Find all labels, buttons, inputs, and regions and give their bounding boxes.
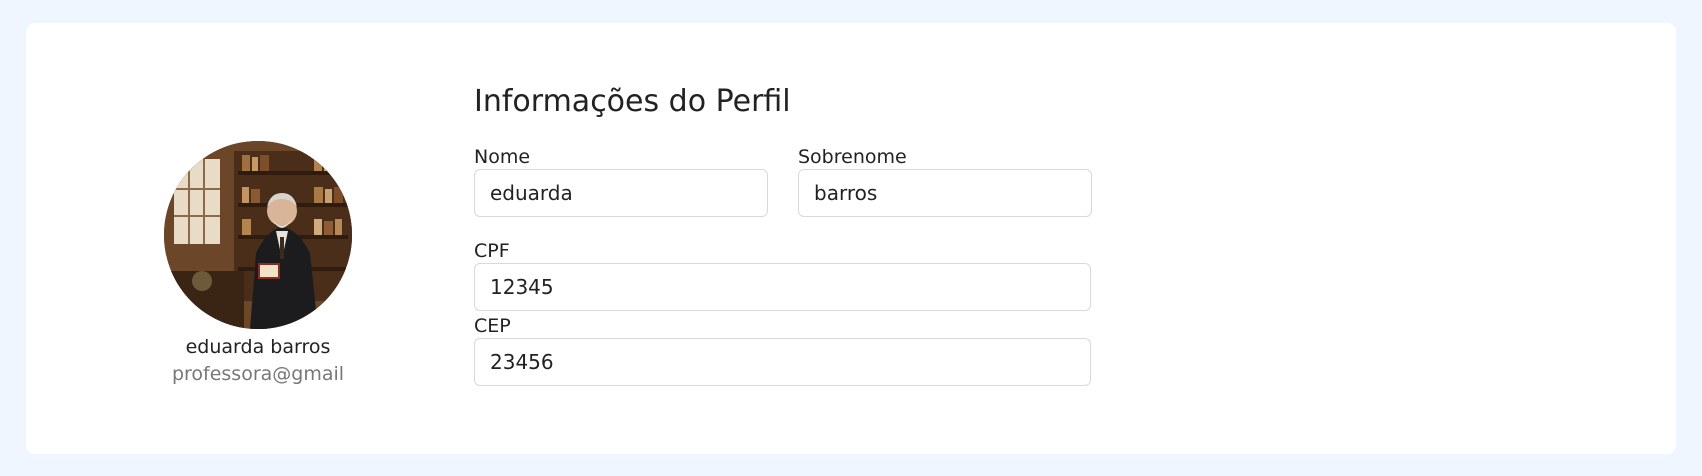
profile-card: eduarda barros professora@gmail Informaç… [26,23,1676,454]
cep-label: CEP [474,315,511,337]
cpf-group: CPF [474,239,1091,311]
profile-email: professora@gmail [171,363,345,385]
first-name-group: Nome [474,145,768,217]
form-title: Informações do Perfil [474,84,791,119]
profile-summary: eduarda barros professora@gmail [138,141,378,387]
cpf-input[interactable] [474,263,1091,311]
first-name-input[interactable] [474,169,768,217]
last-name-group: Sobrenome [798,145,1092,217]
cpf-label: CPF [474,240,510,262]
profile-name: eduarda barros [185,336,331,358]
first-name-label: Nome [474,146,531,168]
avatar [164,141,352,329]
cep-group: CEP [474,314,1091,386]
last-name-input[interactable] [798,169,1092,217]
profile-form: Informações do Perfil Nome Sobrenome CPF… [474,79,1094,386]
cep-input[interactable] [474,338,1091,386]
last-name-label: Sobrenome [798,146,907,168]
name-row: Nome Sobrenome [474,145,1094,217]
